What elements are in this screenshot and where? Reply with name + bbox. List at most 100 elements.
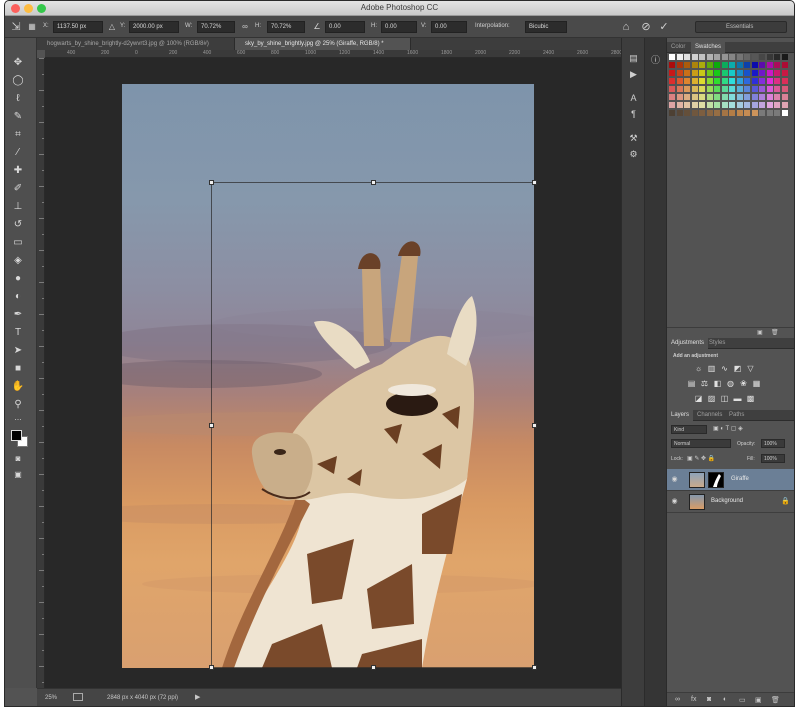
color-swatch[interactable] (744, 102, 750, 108)
gradient-map-icon[interactable]: ▬ (733, 394, 742, 403)
color-swatch[interactable] (699, 54, 705, 60)
color-swatch[interactable] (669, 54, 675, 60)
color-swatch[interactable] (736, 78, 743, 84)
color-swatch[interactable] (759, 62, 765, 68)
color-swatch[interactable] (691, 94, 698, 100)
layer-name[interactable]: Giraffe (731, 476, 749, 482)
color-swatch[interactable] (699, 78, 705, 84)
color-swatch[interactable] (766, 78, 773, 84)
color-swatch[interactable] (729, 94, 735, 100)
color-swatch[interactable] (736, 94, 743, 100)
color-swatch[interactable] (729, 110, 735, 116)
color-swatch[interactable] (669, 70, 675, 76)
color-swatch[interactable] (676, 102, 683, 108)
color-swatch[interactable] (744, 62, 750, 68)
quick-selection-tool-icon[interactable]: ✎ (11, 110, 25, 124)
color-swatch[interactable] (766, 94, 773, 100)
quick-mask-icon[interactable]: ◙ (11, 452, 25, 466)
color-swatch[interactable] (669, 78, 675, 84)
link-layers-icon[interactable]: ∞ (675, 696, 680, 703)
color-swatch[interactable] (676, 94, 683, 100)
color-swatch[interactable] (751, 62, 758, 68)
clone-stamp-tool-icon[interactable]: ⊥ (11, 200, 25, 214)
marquee-tool-icon[interactable]: ◯ (11, 74, 25, 88)
color-swatch[interactable] (684, 94, 690, 100)
color-swatch[interactable] (736, 62, 743, 68)
color-swatch[interactable] (706, 78, 713, 84)
layer-style-icon[interactable]: fx (691, 696, 696, 703)
color-swatch[interactable] (774, 78, 780, 84)
color-swatch[interactable] (736, 110, 743, 116)
layer-mask-thumbnail[interactable] (708, 472, 724, 488)
hue-saturation-icon[interactable]: ▤ (687, 379, 696, 388)
color-swatch[interactable] (781, 54, 788, 60)
eraser-tool-icon[interactable]: ▭ (11, 236, 25, 250)
color-swatch[interactable] (781, 62, 788, 68)
color-swatch[interactable] (714, 102, 720, 108)
threshold-icon[interactable]: ◫ (720, 394, 729, 403)
move-tool-icon[interactable]: ✥ (11, 56, 25, 70)
color-swatch[interactable] (781, 102, 788, 108)
color-swatch[interactable] (729, 86, 735, 92)
color-swatch[interactable] (766, 102, 773, 108)
type-tool-icon[interactable]: T (11, 326, 25, 340)
levels-icon[interactable]: ▥ (707, 364, 716, 373)
clone-source-icon[interactable]: ⚙ (627, 148, 640, 161)
color-swatch[interactable] (729, 62, 735, 68)
new-adjustment-layer-icon[interactable]: ◐ (723, 696, 727, 703)
color-swatch[interactable] (744, 94, 750, 100)
color-swatch[interactable] (781, 94, 788, 100)
color-swatch[interactable] (759, 102, 765, 108)
delete-swatch-icon[interactable]: 🗑 (771, 329, 779, 336)
color-swatch[interactable] (669, 86, 675, 92)
interpolation-select[interactable]: Bicubic (525, 21, 567, 33)
posterize-icon[interactable]: ▨ (707, 394, 716, 403)
color-swatch[interactable] (706, 86, 713, 92)
color-swatch[interactable] (759, 94, 765, 100)
actions-panel-icon[interactable]: ▶ (627, 68, 640, 81)
color-swatch[interactable] (729, 54, 735, 60)
color-swatch[interactable] (751, 54, 758, 60)
cancel-transform-icon[interactable]: ⊘ (639, 20, 653, 34)
layer-row-giraffe[interactable]: ◉ Giraffe (667, 469, 794, 491)
color-swatch[interactable] (721, 94, 728, 100)
exposure-icon[interactable]: ◩ (733, 364, 742, 373)
zoom-tool-icon[interactable]: ⚲ (11, 398, 25, 412)
color-swatch[interactable] (781, 86, 788, 92)
color-swatch[interactable] (706, 54, 713, 60)
transform-handle-top-right[interactable] (532, 180, 537, 185)
color-swatch[interactable] (684, 62, 690, 68)
color-swatch[interactable] (751, 110, 758, 116)
paint-bucket-tool-icon[interactable]: ◈ (11, 254, 25, 268)
color-swatch[interactable] (669, 94, 675, 100)
selective-color-icon[interactable]: ▩ (746, 394, 755, 403)
crop-tool-icon[interactable]: ⌗ (11, 128, 25, 142)
color-swatch[interactable] (676, 78, 683, 84)
color-swatch[interactable] (676, 110, 683, 116)
color-swatch[interactable] (721, 86, 728, 92)
relative-position-icon[interactable]: △ (105, 20, 119, 34)
new-group-icon[interactable]: ▭ (739, 696, 746, 704)
color-swatch[interactable] (676, 54, 683, 60)
hand-tool-icon[interactable]: ✋ (11, 380, 25, 394)
transform-tool-icon[interactable]: ⇲ (9, 20, 23, 34)
warp-mode-icon[interactable]: ⌂ (619, 20, 633, 34)
tab-channels[interactable]: Channels (693, 410, 726, 421)
free-transform-bounding-box[interactable] (209, 180, 537, 670)
color-swatch[interactable] (751, 102, 758, 108)
color-swatch[interactable] (759, 110, 765, 116)
workspace-select[interactable]: Essentials (695, 21, 787, 33)
screen-mode-icon[interactable]: ▣ (11, 468, 25, 482)
color-swatch[interactable] (706, 94, 713, 100)
color-swatch[interactable] (714, 110, 720, 116)
lock-icons[interactable]: ▣ ✎ ✥ 🔒 (687, 455, 715, 462)
photo-filter-icon[interactable]: ◍ (726, 379, 735, 388)
black-white-icon[interactable]: ◧ (713, 379, 722, 388)
color-swatch[interactable] (759, 78, 765, 84)
color-swatch[interactable] (736, 102, 743, 108)
transform-handle-right[interactable] (532, 423, 537, 428)
tab-adjustments[interactable]: Adjustments (667, 338, 709, 349)
layer-row-background[interactable]: ◉ Background 🔒 (667, 491, 794, 513)
pen-tool-icon[interactable]: ✒ (11, 308, 25, 322)
blend-mode-select[interactable]: Normal (671, 439, 731, 448)
